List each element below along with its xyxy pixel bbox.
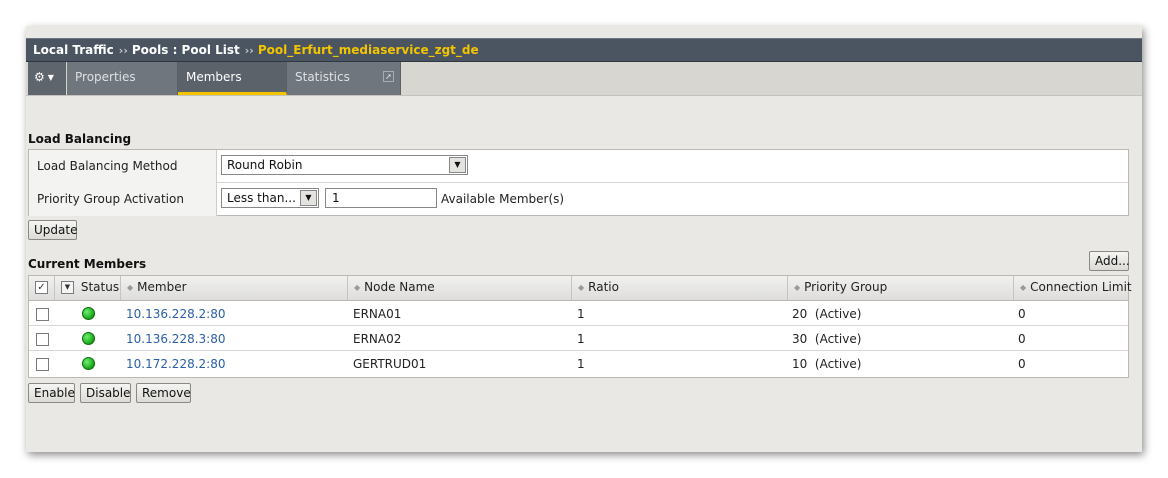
member-link[interactable]: 10.172.228.2:80 [126, 351, 225, 376]
priority-count-value: 1 [332, 191, 340, 205]
sort-icon: ◆ [578, 283, 585, 292]
priority-group-cell: 10 (Active) [792, 357, 862, 371]
node-name-cell: ERNA01 [353, 307, 402, 321]
ratio-cell: 1 [577, 332, 585, 346]
select-all-checkbox[interactable]: ✓ [29, 276, 55, 300]
add-member-button[interactable]: Add... [1089, 251, 1130, 271]
chevron-down-icon: ▼ [47, 73, 54, 82]
sort-icon: ◆ [127, 283, 134, 292]
priority-group-row: Priority Group Activation Less than... ▼… [29, 183, 1128, 216]
header-connection-limit[interactable]: ◆ Connection Limit [1014, 276, 1132, 300]
load-balancing-title: Load Balancing [28, 132, 132, 146]
node-name-cell: ERNA02 [353, 332, 402, 346]
disable-button[interactable]: Disable [80, 383, 131, 403]
table-row: 10.136.228.3:80 ERNA02 1 30 (Active) 0 [29, 326, 1128, 351]
connection-limit-cell: 0 [1018, 307, 1026, 321]
tab-members[interactable]: Members [178, 62, 287, 95]
header-status-label: Status [80, 280, 120, 294]
chevron-down-icon[interactable]: ▼ [61, 281, 74, 294]
gear-icon: ⚙ [34, 70, 45, 84]
table-row: 10.136.228.2:80 ERNA01 1 20 (Active) 0 [29, 301, 1128, 326]
status-active-icon [82, 357, 95, 370]
tab-gear-menu[interactable]: ⚙ ▼ [28, 62, 66, 95]
current-members-title: Current Members [28, 257, 147, 271]
priority-group-label: Priority Group Activation [29, 183, 217, 216]
tab-label: Members [186, 70, 242, 84]
connection-limit-cell: 0 [1018, 357, 1026, 371]
priority-group-cell: 30 (Active) [792, 332, 862, 346]
remove-button[interactable]: Remove [136, 383, 191, 403]
member-link[interactable]: 10.136.228.3:80 [126, 326, 225, 351]
priority-count-input[interactable]: 1 [325, 188, 437, 208]
lb-method-row: Load Balancing Method Round Robin ▼ [29, 150, 1128, 183]
header-node-name[interactable]: ◆ Node Name [348, 276, 572, 300]
breadcrumb-local-traffic[interactable]: Local Traffic [33, 43, 114, 57]
header-member[interactable]: ◆ Member [121, 276, 348, 300]
header-member-label: Member [137, 280, 187, 294]
enable-button[interactable]: Enable [28, 383, 75, 403]
sort-icon: ◆ [354, 283, 361, 292]
priority-group-cell: 20 (Active) [792, 307, 862, 321]
breadcrumb-current-pool: Pool_Erfurt_mediaservice_zgt_de [257, 43, 479, 57]
priority-group-value: Less than... [227, 191, 296, 205]
header-ratio[interactable]: ◆ Ratio [572, 276, 788, 300]
tab-label: Statistics [295, 70, 350, 84]
chevron-down-icon[interactable]: ▼ [300, 190, 317, 206]
status-active-icon [82, 332, 95, 345]
node-name-cell: GERTRUD01 [353, 357, 427, 371]
header-priority-group[interactable]: ◆ Priority Group [788, 276, 1014, 300]
members-table-header: ✓ ▼ Status ◆ Member ◆ Node Name ◆ Ratio ◆ Pr… [29, 276, 1132, 301]
table-row: 10.172.228.2:80 GERTRUD01 1 10 (Active) … [29, 351, 1128, 376]
tab-statistics[interactable]: Statistics ➚ [287, 62, 401, 95]
lb-method-select[interactable]: Round Robin ▼ [221, 155, 468, 175]
update-button[interactable]: Update [28, 220, 77, 240]
breadcrumb-pool-list[interactable]: Pools : Pool List [132, 43, 240, 57]
priority-suffix-label: Available Member(s) [441, 192, 565, 206]
sort-icon: ◆ [794, 283, 801, 292]
header-node-name-label: Node Name [364, 280, 435, 294]
lb-method-value: Round Robin [227, 158, 303, 172]
header-connection-limit-label: Connection Limit [1030, 280, 1132, 294]
breadcrumb: Local Traffic ›› Pools : Pool List ›› Pool_E… [26, 38, 1142, 62]
member-link[interactable]: 10.136.228.2:80 [126, 301, 225, 326]
header-ratio-label: Ratio [588, 280, 619, 294]
ratio-cell: 1 [577, 357, 585, 371]
header-status[interactable]: ▼ Status [55, 276, 121, 300]
tab-bar: ⚙ ▼ Properties Members Statistics ➚ [26, 62, 1142, 96]
priority-group-select[interactable]: Less than... ▼ [221, 188, 319, 208]
load-balancing-table: Load Balancing Method Round Robin ▼ Prio… [28, 149, 1129, 216]
app-window: Local Traffic ›› Pools : Pool List ›› Pool_E… [26, 26, 1142, 452]
tab-label: Properties [75, 70, 136, 84]
row-checkbox[interactable] [36, 301, 49, 326]
chevron-down-icon[interactable]: ▼ [449, 157, 466, 173]
breadcrumb-separator: ›› [118, 44, 128, 57]
breadcrumb-separator: ›› [244, 44, 254, 57]
status-active-icon [82, 307, 95, 320]
row-checkbox[interactable] [36, 326, 49, 351]
tab-properties[interactable]: Properties [67, 62, 178, 95]
row-checkbox[interactable] [36, 351, 49, 376]
ratio-cell: 1 [577, 307, 585, 321]
lb-method-label: Load Balancing Method [29, 150, 217, 183]
members-table: ✓ ▼ Status ◆ Member ◆ Node Name ◆ Ratio ◆ Pr… [28, 275, 1132, 378]
connection-limit-cell: 0 [1018, 332, 1026, 346]
sort-icon: ◆ [1020, 283, 1027, 292]
header-priority-group-label: Priority Group [804, 280, 888, 294]
external-link-icon[interactable]: ➚ [383, 71, 394, 82]
